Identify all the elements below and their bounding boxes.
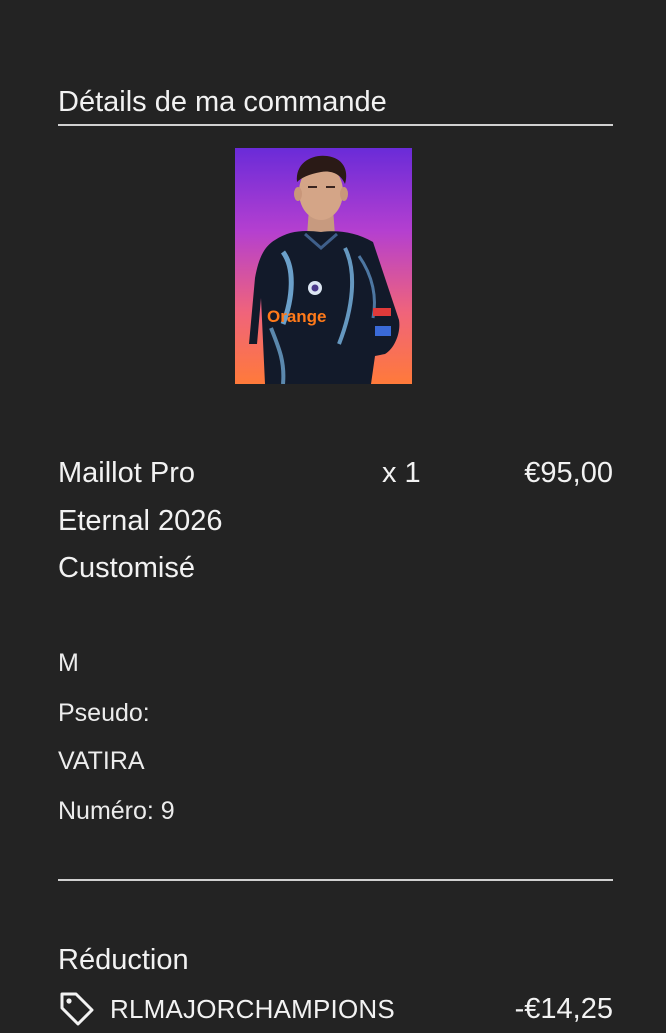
- discount-amount: -€14,25: [514, 993, 613, 1025]
- svg-text:Orange: Orange: [267, 307, 327, 326]
- jersey-number: Numéro: 9: [58, 797, 175, 825]
- product-quantity: x 1: [382, 457, 421, 489]
- product-image[interactable]: Orange: [235, 148, 412, 384]
- coupon-row: RLMAJORCHAMPIONS -€14,25: [58, 988, 613, 1028]
- coupon-code: RLMAJORCHAMPIONS: [110, 994, 395, 1024]
- product-size: M: [58, 649, 79, 677]
- product-name: Maillot Pro Eternal 2026 Customisé: [58, 457, 223, 584]
- order-details-page: Détails de ma commande Orange Maillot Pr…: [0, 0, 666, 1026]
- title-divider: [58, 124, 613, 126]
- discount-title: Réduction: [58, 944, 189, 976]
- pseudo-value: VATIRA: [58, 747, 145, 775]
- product-price: €95,00: [524, 457, 613, 489]
- jersey-photo-illustration: Orange: [249, 155, 400, 384]
- order-details-title: Détails de ma commande: [58, 86, 387, 118]
- tag-icon: [58, 990, 96, 1028]
- section-divider: [58, 879, 613, 881]
- pseudo-label: Pseudo:: [58, 699, 150, 727]
